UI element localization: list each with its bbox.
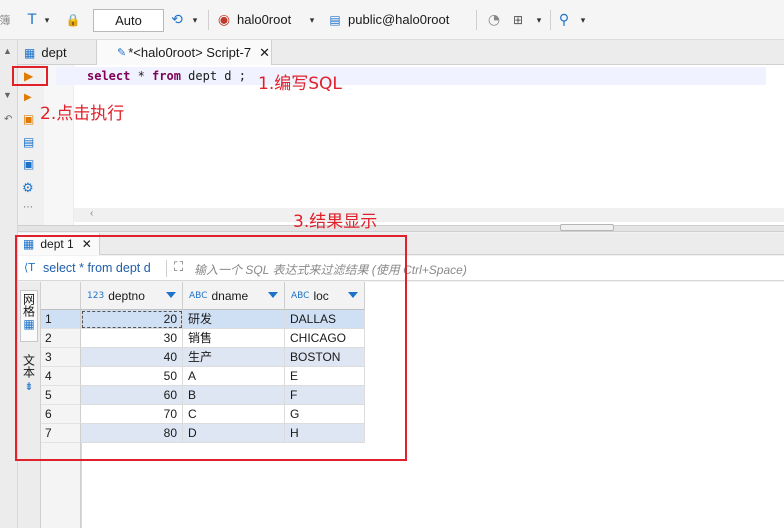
toolbar-divider [208,10,209,30]
annotation-step-3: 3.结果显示 [293,212,378,232]
toolbar-divider [476,10,477,30]
more-actions-icon[interactable]: ⋯ [23,202,33,213]
history-dropdown[interactable]: ▾ [190,11,200,29]
table-icon: ▦ [24,45,36,60]
database-connection-icon: ◉ [217,12,231,28]
sql-statement[interactable]: select * from dept d ; [87,68,246,84]
splitter-handle[interactable] [560,224,614,231]
editor-results-splitter[interactable] [18,224,784,232]
close-icon[interactable]: ✕ [259,45,270,61]
scroll-left-icon[interactable]: ‹ [90,208,93,219]
connection-dropdown[interactable]: ▾ [307,11,317,29]
lock-icon[interactable]: 🔒 [66,10,81,30]
sql-editor[interactable]: ▶ ▶ ▣ ▤ ▣ ⚙ ⋯ [18,65,784,225]
schema-icon: ▤ [329,13,341,27]
line-gutter [44,65,74,225]
sql-keyword-from: from [152,69,181,83]
editor-horizontal-scrollbar[interactable]: ‹ [74,208,784,222]
history-icon[interactable]: ⟲ [168,10,186,30]
network-dropdown[interactable]: ▾ [534,11,544,29]
tab-label: dept [41,45,67,60]
main-toolbar: 簿 T ▾ 🔒 Auto ⟲ ▾ ◉ halo0root ▾ ▤ public@… [0,0,784,40]
gauge-icon[interactable]: ◔ [485,10,503,30]
transaction-mode-dropdown[interactable]: ▾ [42,11,52,29]
editor-tab-bar: ▦ dept ✎ *<halo0root> Script-7 ✕ [18,40,784,65]
execute-in-new-tab-icon[interactable]: ▣ [23,112,34,126]
tab-label: *<halo0root> Script-7 [128,45,252,60]
annotation-step-1: 1.编写SQL [258,74,342,94]
search-icon[interactable]: ⚲ [556,10,572,30]
annotation-step-2: 2.点击执行 [40,104,125,124]
annotation-box-results [15,235,407,461]
toolbar-divider [550,10,551,30]
search-dropdown[interactable]: ▾ [578,11,588,29]
truncated-label-icon: 簿 [0,14,11,27]
terminal-icon[interactable]: ▣ [23,157,34,171]
expand-arrow-icon[interactable]: ▼ [3,90,12,100]
sql-star: * [130,69,153,83]
tab-dept[interactable]: ▦ dept [18,40,96,65]
tab-script-7[interactable]: ✎ *<halo0root> Script-7 ✕ [96,40,272,65]
back-arrow-icon[interactable]: ↶ [4,114,12,125]
sql-keyword-select: select [87,69,131,83]
explain-plan-icon[interactable]: ▤ [23,135,34,149]
editor-action-gutter: ▶ ▶ ▣ ▤ ▣ ⚙ ⋯ [18,65,44,225]
transaction-mode-icon[interactable]: T [24,10,40,30]
collapse-arrow-icon[interactable]: ▲ [3,46,12,56]
settings-gear-icon[interactable]: ⚙ [22,180,34,196]
annotation-box-execute [12,66,48,86]
active-database[interactable]: public@halo0root [348,12,449,28]
active-connection[interactable]: halo0root [237,12,291,28]
sql-rest: dept d ; [180,69,246,83]
commit-mode-select[interactable]: Auto [93,9,164,32]
script-icon: ✎ [117,46,127,59]
execute-script-icon[interactable]: ▶ [24,92,32,103]
network-icon[interactable]: ⊞ [510,10,526,30]
